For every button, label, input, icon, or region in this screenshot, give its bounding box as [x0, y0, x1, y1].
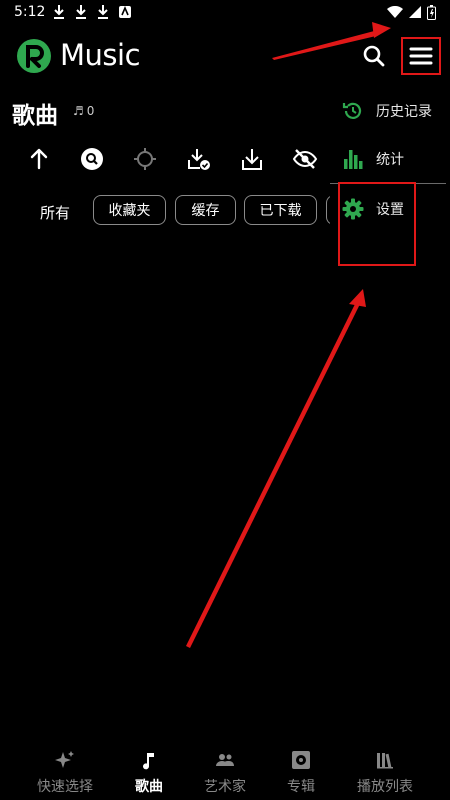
- menu-item-label: 统计: [376, 152, 404, 168]
- music-note-icon: [143, 753, 154, 770]
- search-circle-icon[interactable]: [79, 146, 105, 172]
- nav-label: 艺术家: [204, 779, 246, 795]
- search-button[interactable]: [360, 42, 388, 70]
- filter-chip-downloaded[interactable]: 已下载: [244, 195, 317, 225]
- filter-chip-cache[interactable]: 缓存: [175, 195, 236, 225]
- stats-icon: [344, 150, 363, 169]
- annotation-box-settings: [338, 182, 416, 266]
- page-title: 歌曲: [12, 103, 58, 129]
- filter-chip-favorites[interactable]: 收藏夹: [93, 195, 166, 225]
- history-icon: [342, 102, 362, 119]
- locate-icon[interactable]: [132, 146, 158, 172]
- app-notification-icon: [119, 5, 131, 18]
- menu-item-history[interactable]: 历史记录: [342, 100, 432, 122]
- nav-label: 播放列表: [357, 779, 413, 795]
- app-title: Music: [60, 38, 141, 72]
- library-icon: [377, 753, 393, 769]
- annotation-arrowhead-bottom: [349, 289, 366, 307]
- people-icon: [216, 754, 234, 766]
- download-icon: [54, 5, 64, 19]
- download-icon[interactable]: [239, 146, 265, 172]
- sparkle-icon: [55, 751, 74, 768]
- nav-playlists[interactable]: 播放列表: [340, 750, 430, 796]
- song-count: ♬ 0: [73, 104, 94, 118]
- annotation-box-menu: [401, 37, 441, 75]
- sort-up-icon[interactable]: [26, 146, 52, 172]
- download-icon: [98, 5, 108, 19]
- wifi-icon: [387, 6, 403, 18]
- nav-albums[interactable]: 专辑: [256, 750, 346, 796]
- downloaded-icon[interactable]: [186, 146, 212, 172]
- battery-icon: [427, 5, 436, 20]
- nav-label: 快速选择: [37, 779, 93, 795]
- song-count-value: 0: [86, 104, 95, 118]
- nav-quick-pick[interactable]: 快速选择: [20, 750, 110, 796]
- music-note-icon: ♬: [73, 104, 84, 118]
- system-icons: [387, 5, 436, 20]
- menu-item-stats[interactable]: 统计: [342, 148, 404, 170]
- nav-label: 歌曲: [135, 779, 163, 795]
- signal-icon: [409, 6, 421, 18]
- app-logo-icon: [17, 39, 51, 73]
- hide-icon[interactable]: [292, 146, 318, 172]
- status-time: 5:12: [14, 4, 46, 20]
- nav-label: 专辑: [287, 779, 315, 795]
- filter-all[interactable]: 所有: [40, 202, 70, 223]
- notification-icons: [52, 4, 132, 20]
- status-bar: 5:12: [0, 0, 450, 26]
- menu-item-label: 历史记录: [376, 104, 432, 120]
- album-icon: [292, 751, 310, 769]
- annotation-arrow-bottom: [186, 302, 360, 648]
- download-icon: [76, 5, 86, 19]
